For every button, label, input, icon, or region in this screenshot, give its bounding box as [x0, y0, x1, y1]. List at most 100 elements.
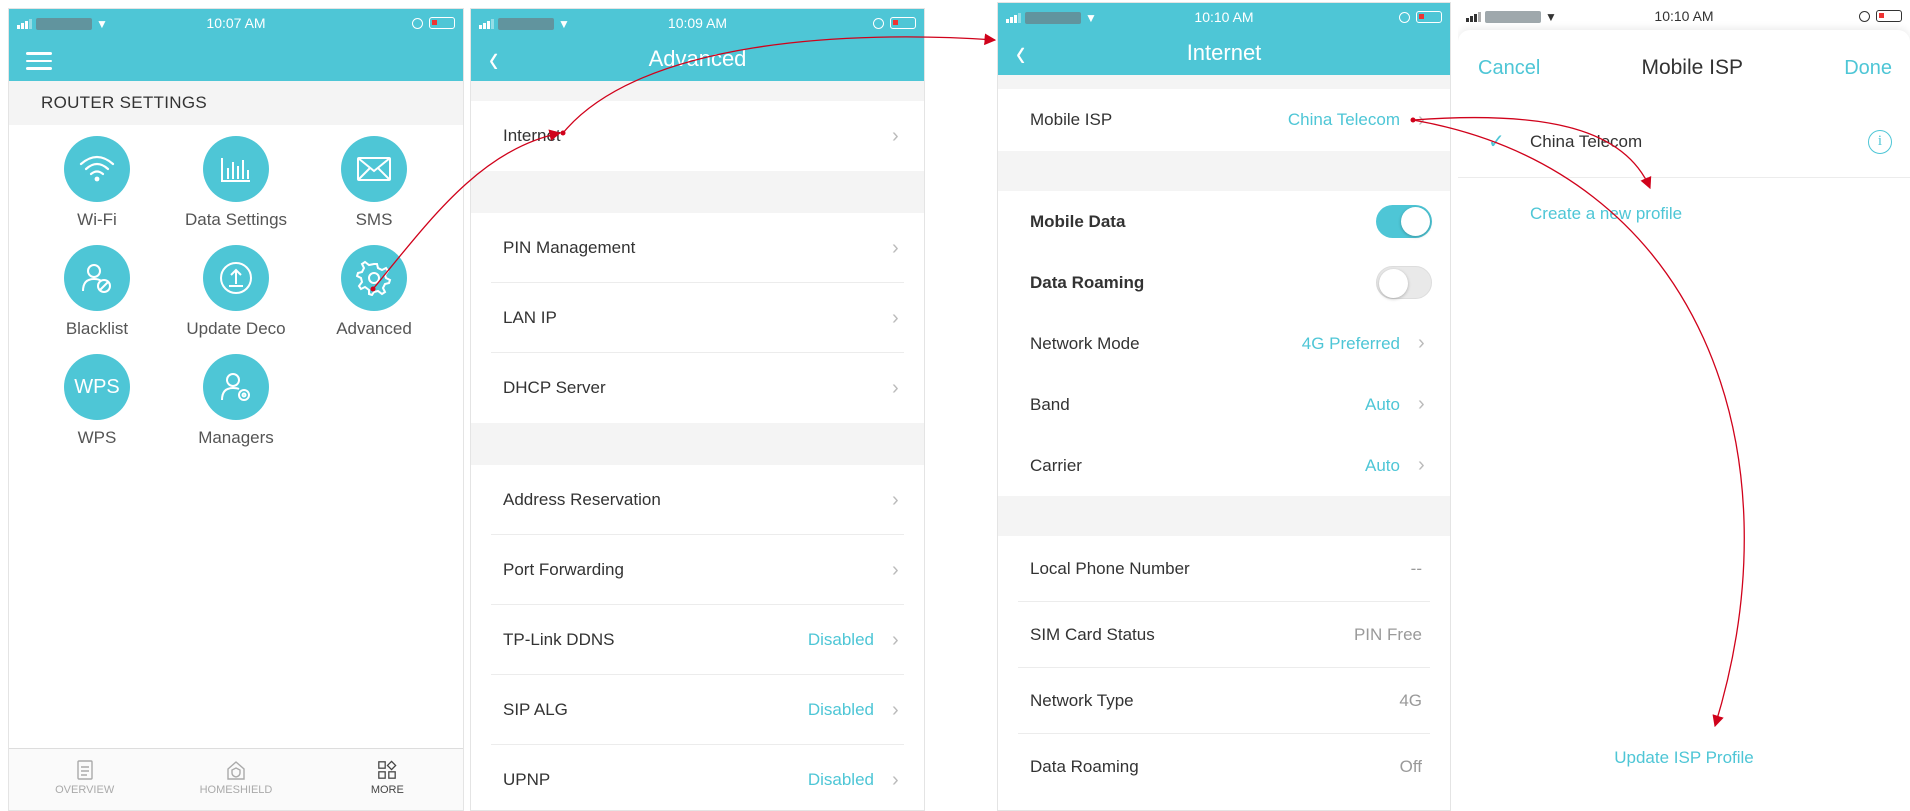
status-time: 10:10 AM [1654, 8, 1714, 24]
modal-sheet: Cancel Mobile ISP Done ✓ China Telecom i… [1458, 30, 1910, 811]
row-sim-card-status: SIM Card Status PIN Free [998, 602, 1450, 668]
row-label: DHCP Server [503, 378, 606, 397]
section-gap [998, 496, 1450, 536]
row-value: Disabled [807, 770, 874, 789]
row-value: 4G Preferred [1301, 333, 1400, 353]
row-lan-ip[interactable]: LAN IP › [471, 283, 924, 353]
chevron-right-icon: › [892, 628, 899, 651]
row-mobile-data: Mobile Data [998, 191, 1450, 252]
rotation-lock-icon [1399, 11, 1410, 23]
tab-overview[interactable]: OVERVIEW [9, 749, 160, 810]
data-roaming-toggle[interactable] [1376, 266, 1432, 299]
create-profile-link[interactable]: Create a new profile [1458, 204, 1910, 224]
status-bar: ▼ 10:07 AM [9, 9, 463, 37]
chart-icon [203, 136, 269, 202]
row-port-forwarding[interactable]: Port Forwarding › [471, 535, 924, 605]
section-gap [471, 423, 924, 465]
signal-icon: ▼ [1466, 10, 1557, 24]
tab-homeshield[interactable]: HOMESHIELD [160, 749, 311, 810]
signal-icon: ▼ [17, 17, 108, 31]
wifi-status-icon: ▼ [1085, 11, 1097, 25]
row-upnp[interactable]: UPNP Disabled › [471, 745, 924, 810]
blacklist-tile[interactable]: Blacklist [27, 245, 167, 339]
update-deco-tile[interactable]: Update Deco [166, 245, 306, 339]
row-network-mode[interactable]: Network Mode 4G Preferred › [998, 313, 1450, 374]
row-internet[interactable]: Internet › [471, 101, 924, 171]
signal-icon: ▼ [1006, 11, 1097, 25]
row-value: China Telecom [1287, 110, 1400, 129]
row-label: Internet [503, 126, 561, 145]
chevron-right-icon: › [1418, 454, 1425, 476]
row-label: Mobile ISP [1030, 110, 1113, 129]
battery-icon [429, 17, 455, 29]
row-label: LAN IP [503, 308, 557, 327]
row-label: Data Roaming [1030, 757, 1139, 776]
cancel-button[interactable]: Cancel [1478, 57, 1540, 80]
row-label: Network Type [1030, 691, 1134, 710]
row-dhcp-server[interactable]: DHCP Server › [471, 353, 924, 423]
row-address-reservation[interactable]: Address Reservation › [471, 465, 924, 535]
row-pin-management[interactable]: PIN Management › [471, 213, 924, 283]
tab-label: HOMESHIELD [199, 784, 273, 796]
sms-tile[interactable]: SMS [304, 136, 444, 230]
row-band[interactable]: Band Auto › [998, 374, 1450, 435]
row-label: Data Roaming [1030, 272, 1145, 292]
row-value: Off [1399, 757, 1422, 776]
row-network-type: Network Type 4G [998, 668, 1450, 734]
row-local-phone-number: Local Phone Number -- [998, 536, 1450, 602]
chevron-right-icon: › [892, 236, 899, 259]
tab-more[interactable]: MORE [312, 749, 463, 810]
status-bar: ▼ 10:10 AM [1458, 2, 1910, 30]
wps-text-icon: WPS [64, 354, 130, 420]
tab-label: MORE [370, 784, 404, 796]
bottom-tab-bar: OVERVIEW HOMESHIELD MORE [9, 748, 463, 810]
row-sip-alg[interactable]: SIP ALG Disabled › [471, 675, 924, 745]
back-chevron-icon[interactable]: ‹ [1016, 31, 1025, 76]
row-label: Local Phone Number [1030, 559, 1190, 578]
rotation-lock-icon [1859, 10, 1870, 22]
wps-tile[interactable]: WPS WPS [27, 354, 167, 448]
back-chevron-icon[interactable]: ‹ [489, 37, 498, 82]
info-icon[interactable]: i [1868, 129, 1892, 154]
row-value: Auto [1365, 455, 1400, 475]
row-carrier[interactable]: Carrier Auto › [998, 435, 1450, 496]
row-value: Disabled [807, 630, 874, 649]
isp-option[interactable]: ✓ China Telecom i [1458, 106, 1910, 178]
update-isp-profile-link[interactable]: Update ISP Profile [1458, 748, 1910, 768]
data-settings-tile[interactable]: Data Settings [166, 136, 306, 230]
advanced-tile[interactable]: Advanced [304, 245, 444, 339]
hamburger-menu-icon[interactable] [26, 52, 52, 75]
done-button[interactable]: Done [1844, 57, 1892, 80]
row-tp-link-ddns[interactable]: TP-Link DDNS Disabled › [471, 605, 924, 675]
tile-label: SMS [355, 210, 393, 229]
row-data-roaming-toggle: Data Roaming [998, 252, 1450, 313]
chevron-right-icon: › [1418, 108, 1425, 131]
row-label: Port Forwarding [503, 560, 624, 579]
row-data-roaming-status: Data Roaming Off [998, 734, 1450, 800]
row-value: Auto [1365, 394, 1400, 414]
settings-grid: Wi-Fi Data Settings SMS Blacklist Update… [9, 125, 463, 745]
status-bar: ▼ 10:10 AM [998, 3, 1450, 31]
chevron-right-icon: › [1418, 393, 1425, 415]
chevron-right-icon: › [892, 124, 899, 147]
tile-label: WPS [77, 428, 117, 447]
mobile-data-toggle[interactable] [1376, 205, 1432, 238]
user-gear-icon [203, 354, 269, 420]
section-title: ROUTER SETTINGS [9, 81, 463, 125]
carrier-blur [498, 18, 554, 30]
sheet-title: Mobile ISP [1641, 56, 1743, 79]
tile-label: Data Settings [184, 210, 288, 229]
phone-screen-advanced: ▼ 10:09 AM ‹ Advanced Internet › PIN Mana… [470, 8, 925, 811]
chevron-right-icon: › [892, 376, 899, 399]
battery-icon [1876, 10, 1902, 22]
wifi-tile[interactable]: Wi-Fi [27, 136, 167, 230]
managers-tile[interactable]: Managers [166, 354, 306, 448]
isp-name: China Telecom [1530, 131, 1643, 151]
row-mobile-isp[interactable]: Mobile ISP China Telecom › [998, 89, 1450, 151]
gear-icon [341, 245, 407, 311]
tab-label: OVERVIEW [55, 784, 115, 796]
sheet-header: Cancel Mobile ISP Done [1458, 30, 1910, 106]
grid-more-icon [378, 760, 397, 779]
nav-bar: ‹ Advanced [471, 37, 924, 81]
rotation-lock-icon [873, 17, 884, 29]
